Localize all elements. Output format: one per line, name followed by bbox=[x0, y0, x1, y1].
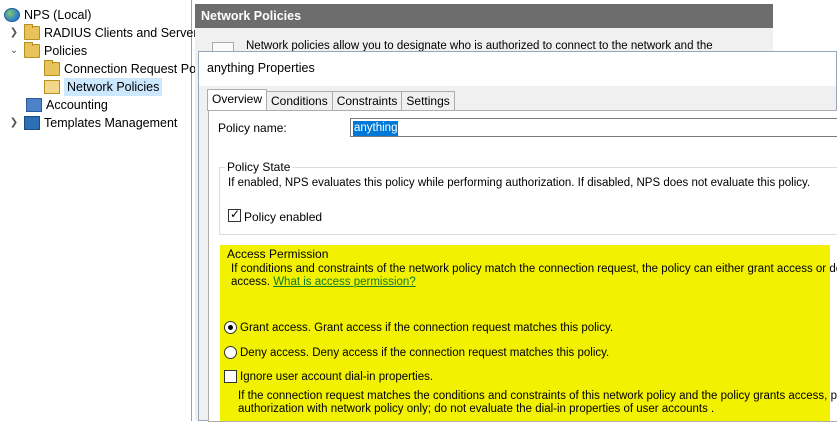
globe-icon bbox=[4, 8, 20, 22]
tab-overview[interactable]: Overview bbox=[207, 89, 268, 111]
policy-name-value: anything bbox=[353, 121, 399, 136]
tab-conditions[interactable]: Conditions bbox=[266, 91, 333, 111]
access-permission-title: Access Permission bbox=[227, 247, 329, 261]
policy-enabled-label[interactable]: Policy enabled bbox=[244, 210, 322, 224]
deny-access-radio[interactable] bbox=[224, 346, 237, 359]
deny-access-label[interactable]: Deny access. Deny access if the connecti… bbox=[240, 347, 609, 359]
monitor-icon bbox=[24, 116, 40, 130]
folder-open-icon bbox=[44, 80, 60, 94]
tree-item-connection-request-policies[interactable]: Connection Request Po bbox=[44, 60, 196, 78]
ignore-dial-in-label[interactable]: Ignore user account dial-in properties. bbox=[240, 371, 433, 383]
tree-item-network-policies[interactable]: Network Policies bbox=[44, 78, 163, 96]
access-permission-description-line1: If conditions and constraints of the net… bbox=[231, 263, 837, 275]
tree-item-label: Accounting bbox=[46, 98, 108, 112]
policy-state-title: Policy State bbox=[225, 160, 293, 174]
tree-item-radius-clients[interactable]: ❯ RADIUS Clients and Servers bbox=[8, 24, 204, 42]
tab-constraints[interactable]: Constraints bbox=[331, 91, 403, 111]
grant-access-radio[interactable] bbox=[224, 321, 237, 334]
folder-icon bbox=[44, 60, 60, 76]
tree-item-label: Policies bbox=[44, 44, 88, 58]
tree-item-templates-management[interactable]: ❯ Templates Management bbox=[8, 114, 177, 132]
tree-item-nps-root[interactable]: NPS (Local) bbox=[4, 6, 91, 24]
dialog-tabs: Overview Conditions Constraints Settings bbox=[207, 89, 455, 111]
accounting-icon bbox=[26, 98, 42, 112]
tree-item-accounting[interactable]: Accounting bbox=[26, 96, 108, 114]
tree-item-label: RADIUS Clients and Servers bbox=[44, 26, 204, 40]
chevron-right-icon[interactable]: ❯ bbox=[8, 114, 20, 132]
tree-item-label: Network Policies bbox=[64, 78, 163, 96]
tree-item-label: NPS (Local) bbox=[24, 8, 92, 22]
pane-header: Network Policies bbox=[195, 4, 773, 28]
access-permission-description-line2: access. bbox=[231, 276, 270, 288]
policy-enabled-checkbox[interactable] bbox=[228, 207, 241, 222]
tree-item-label: Connection Request Po bbox=[64, 62, 197, 76]
ignore-dial-in-description-line2: authorization with network policy only; … bbox=[238, 403, 715, 415]
what-is-access-permission-link[interactable]: What is access permission? bbox=[273, 276, 416, 288]
dialog-title: anything Properties bbox=[199, 52, 836, 86]
navigation-tree: NPS (Local) ❯ RADIUS Clients and Servers… bbox=[0, 0, 204, 421]
tab-settings[interactable]: Settings bbox=[401, 91, 455, 111]
folder-icon bbox=[24, 42, 40, 58]
chevron-right-icon[interactable]: ❯ bbox=[8, 24, 20, 42]
policy-name-label: Policy name: bbox=[218, 121, 287, 135]
grant-access-label[interactable]: Grant access. Grant access if the connec… bbox=[240, 322, 613, 334]
ignore-dial-in-checkbox[interactable] bbox=[224, 370, 237, 383]
tree-item-policies[interactable]: ⌄ Policies bbox=[8, 42, 87, 60]
chevron-down-icon[interactable]: ⌄ bbox=[8, 42, 20, 60]
policy-name-input[interactable]: anything bbox=[350, 118, 837, 137]
tree-item-label: Templates Management bbox=[44, 116, 178, 130]
policy-state-description: If enabled, NPS evaluates this policy wh… bbox=[228, 177, 811, 189]
folder-icon bbox=[24, 24, 40, 40]
ignore-dial-in-description-line1: If the connection request matches the co… bbox=[238, 390, 837, 402]
